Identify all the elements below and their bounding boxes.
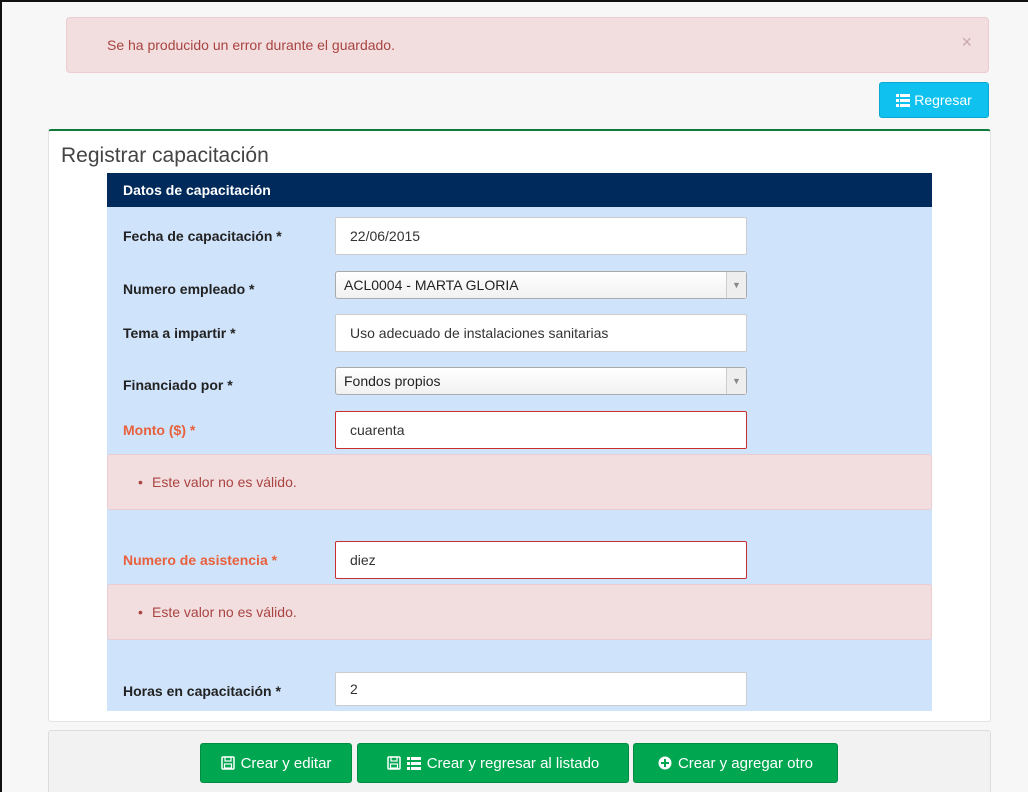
financiado-selected-value: Fondos propios (344, 373, 441, 389)
monto-error-text: Este valor no es válido. (152, 474, 297, 490)
create-add-button[interactable]: Crear y agregar otro (633, 743, 838, 783)
tema-label: Tema a impartir * (123, 325, 236, 341)
window-border-top (0, 0, 1028, 2)
back-button[interactable]: Regresar (879, 82, 989, 118)
error-alert: Se ha producido un error durante el guar… (66, 17, 989, 73)
bullet-icon: • (138, 604, 143, 620)
chevron-down-icon[interactable]: ▼ (726, 272, 746, 298)
list-icon (896, 93, 911, 107)
save-icon (220, 756, 235, 770)
financiado-label: Financiado por * (123, 377, 233, 393)
create-return-button[interactable]: Crear y regresar al listado (357, 743, 629, 783)
empleado-select[interactable]: ACL0004 - MARTA GLORIA ▼ (335, 271, 747, 299)
page-title: Registrar capacitación (61, 144, 269, 167)
asistencia-error-text: Este valor no es válido. (152, 604, 297, 620)
window-border-left (0, 0, 2, 792)
monto-input[interactable]: cuarenta (335, 411, 747, 449)
plus-circle-icon (658, 756, 672, 770)
asistencia-label: Numero de asistencia * (123, 552, 278, 568)
create-add-label: Crear y agregar otro (677, 754, 814, 772)
back-button-label: Regresar (914, 92, 972, 108)
asistencia-error: • Este valor no es válido. (107, 584, 932, 640)
save-icon (386, 756, 401, 770)
monto-error: • Este valor no es válido. (107, 454, 932, 510)
empleado-selected-value: ACL0004 - MARTA GLORIA (344, 277, 519, 293)
asistencia-input[interactable]: diez (335, 541, 747, 579)
main-panel: Registrar capacitación Datos de capacita… (48, 129, 991, 722)
close-icon[interactable]: × (961, 33, 972, 51)
financiado-select[interactable]: Fondos propios ▼ (335, 367, 747, 395)
fecha-label: Fecha de capacitación * (123, 228, 282, 244)
create-edit-button[interactable]: Crear y editar (200, 743, 352, 783)
tema-input[interactable]: Uso adecuado de instalaciones sanitarias (335, 314, 747, 352)
horas-label: Horas en capacitación * (123, 683, 281, 699)
form-actions: Crear y editar Crear y regresar al lista… (48, 730, 991, 792)
empleado-label: Numero empleado * (123, 281, 255, 297)
fecha-input[interactable]: 22/06/2015 (335, 217, 747, 255)
chevron-down-icon[interactable]: ▼ (726, 368, 746, 394)
create-edit-label: Crear y editar (240, 754, 332, 772)
monto-label: Monto ($) * (123, 422, 196, 438)
create-return-label: Crear y regresar al listado (426, 754, 600, 772)
form-section-title: Datos de capacitación (107, 173, 932, 207)
list-icon (406, 756, 421, 770)
horas-input[interactable]: 2 (335, 672, 747, 706)
alert-message: Se ha producido un error durante el guar… (107, 37, 395, 53)
form-section: Datos de capacitación Fecha de capacitac… (107, 173, 932, 711)
bullet-icon: • (138, 474, 143, 490)
